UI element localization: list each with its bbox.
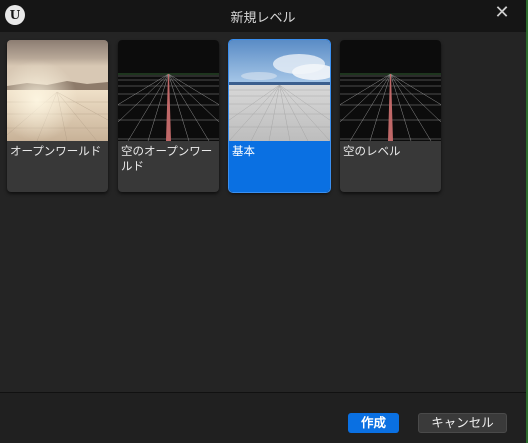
template-label: 基本	[232, 144, 255, 158]
empty-level-thumbnail	[340, 40, 441, 141]
open-world-thumbnail	[7, 40, 108, 141]
create-button[interactable]: 作成	[348, 413, 399, 433]
template-card-open-world[interactable]: オープンワールド	[7, 40, 108, 192]
new-level-dialog: U 新規レベル ✕ オープンワールド 空のオープンワールド 基本 空のレベル 作…	[0, 0, 528, 443]
cancel-button[interactable]: キャンセル	[418, 413, 507, 433]
template-label: 空のオープンワールド	[121, 144, 213, 173]
dialog-footer: 作成 キャンセル	[0, 393, 526, 443]
template-label: オープンワールド	[10, 144, 102, 158]
template-grid: オープンワールド 空のオープンワールド 基本 空のレベル	[0, 32, 526, 392]
template-label: 空のレベル	[343, 144, 401, 158]
empty-open-world-thumbnail	[118, 40, 219, 141]
dialog-title: 新規レベル	[230, 11, 296, 26]
title-bar: U 新規レベル ✕	[0, 0, 526, 32]
basic-thumbnail	[229, 40, 330, 141]
close-icon[interactable]: ✕	[492, 2, 512, 23]
template-card-empty-level[interactable]: 空のレベル	[340, 40, 441, 192]
template-card-basic[interactable]: 基本	[228, 39, 331, 193]
template-card-empty-open-world[interactable]: 空のオープンワールド	[118, 40, 219, 192]
